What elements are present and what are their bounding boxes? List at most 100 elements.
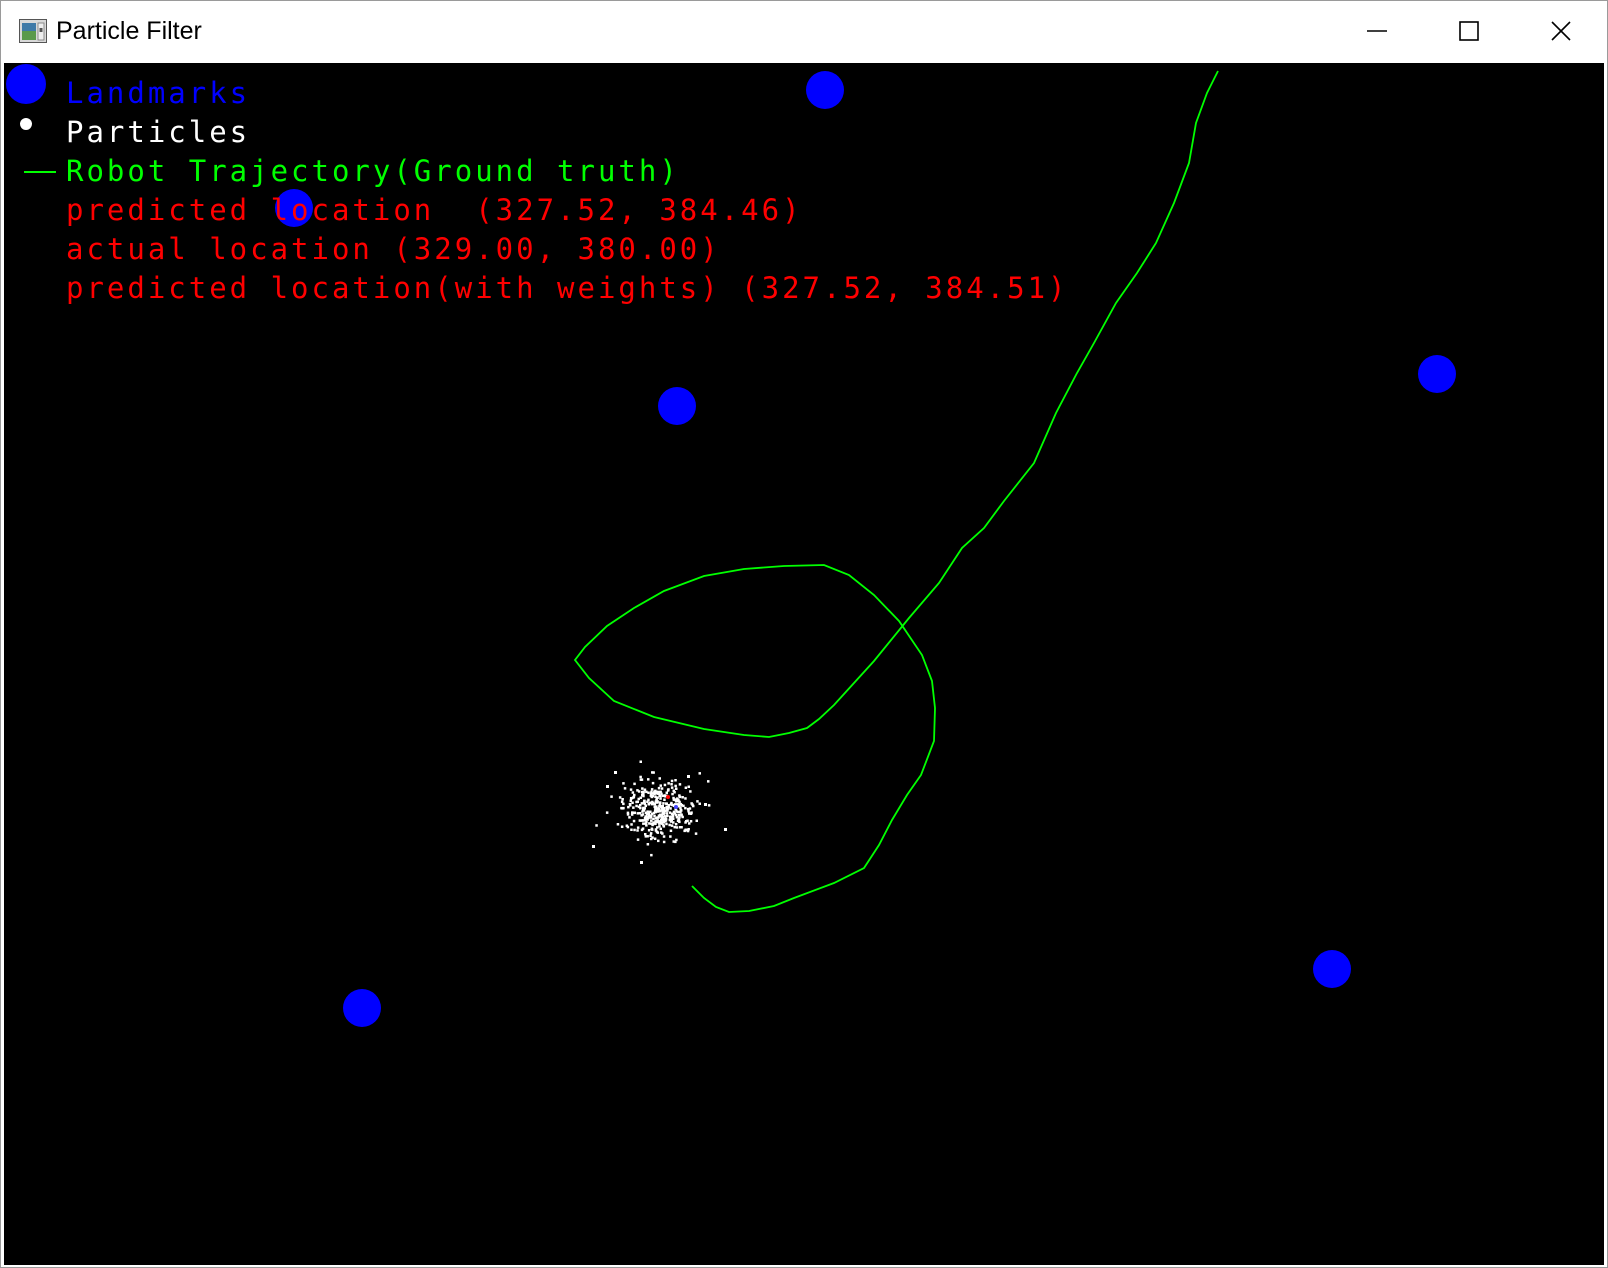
particle xyxy=(670,779,674,783)
particle xyxy=(691,803,694,806)
particle xyxy=(680,814,683,817)
particle xyxy=(650,837,653,841)
weighted-location-text: predicted location(with weights) (327.52… xyxy=(66,271,1069,305)
particle xyxy=(633,828,636,832)
particle xyxy=(647,829,651,832)
particle xyxy=(630,813,634,816)
landmark xyxy=(806,71,844,109)
landmark xyxy=(658,387,696,425)
particle xyxy=(663,809,667,812)
particle xyxy=(647,778,650,781)
particle xyxy=(658,777,661,780)
minimize-button[interactable] xyxy=(1331,1,1423,61)
particle xyxy=(636,838,640,841)
particle xyxy=(660,787,664,790)
particle xyxy=(674,822,678,826)
particle xyxy=(645,824,648,827)
particle xyxy=(674,784,677,788)
legend-landmarks-label: Landmarks xyxy=(66,76,250,110)
particle xyxy=(647,815,650,818)
particle xyxy=(636,829,639,832)
particle xyxy=(681,796,684,799)
particle xyxy=(640,861,643,864)
particle xyxy=(633,782,636,786)
legend-particles-label: Particles xyxy=(66,115,250,149)
landmark xyxy=(1313,950,1351,988)
particle xyxy=(646,835,649,838)
particle xyxy=(675,838,678,842)
actual-location-marker xyxy=(674,805,678,809)
particle xyxy=(670,786,674,789)
particle xyxy=(683,829,686,833)
particle xyxy=(686,819,689,822)
particle xyxy=(649,810,652,813)
particle xyxy=(646,818,649,821)
particle xyxy=(652,817,655,821)
particle xyxy=(654,807,657,811)
particle xyxy=(689,790,692,793)
particle xyxy=(657,786,661,790)
particle xyxy=(668,818,672,821)
maximize-button[interactable] xyxy=(1423,1,1515,61)
particle xyxy=(636,826,640,829)
particle xyxy=(657,814,661,817)
particle xyxy=(684,797,687,800)
particle xyxy=(650,792,653,795)
particle xyxy=(626,813,630,816)
particle xyxy=(650,788,654,791)
particle xyxy=(654,789,657,793)
particle xyxy=(669,803,673,806)
status-text: predicted location (327.52, 384.46) actu… xyxy=(66,193,1069,305)
particle xyxy=(670,824,674,827)
maximize-icon xyxy=(1459,21,1479,41)
particle xyxy=(651,781,655,785)
particle xyxy=(678,810,681,814)
particle xyxy=(664,819,667,823)
particle xyxy=(610,795,613,798)
particle xyxy=(639,819,643,822)
particle xyxy=(655,809,658,813)
particle xyxy=(673,825,676,829)
particle xyxy=(653,837,657,840)
particle xyxy=(631,791,635,794)
particle xyxy=(595,824,598,827)
particle xyxy=(656,796,659,799)
particle xyxy=(650,853,653,857)
title-bar[interactable]: Particle Filter xyxy=(1,1,1607,62)
particle xyxy=(707,804,711,807)
landmark xyxy=(343,989,381,1027)
particle xyxy=(637,790,641,793)
particle xyxy=(672,796,675,800)
particle xyxy=(677,813,681,817)
particle xyxy=(688,822,691,825)
particle xyxy=(636,812,640,815)
particle xyxy=(592,845,595,848)
particle xyxy=(623,787,627,790)
particle xyxy=(673,791,676,794)
particle xyxy=(658,801,662,804)
close-button[interactable] xyxy=(1515,1,1607,61)
particle xyxy=(678,795,682,799)
particle xyxy=(666,789,670,792)
legend: Landmarks Particles Robot Trajectory(Gro… xyxy=(6,64,677,188)
particle xyxy=(668,823,671,827)
particle xyxy=(632,806,635,809)
actual-location-text: actual location (329.00, 380.00) xyxy=(66,232,721,266)
particle xyxy=(675,787,678,790)
particle-filter-canvas[interactable]: Landmarks Particles Robot Trajectory(Gro… xyxy=(4,63,1604,1265)
particle xyxy=(618,796,622,799)
legend-landmark-marker xyxy=(6,64,46,104)
particle xyxy=(629,804,632,807)
particle xyxy=(643,816,647,820)
particle xyxy=(694,832,698,835)
particle xyxy=(642,822,645,825)
close-icon xyxy=(1551,21,1571,41)
app-window: Particle Filter Landmarks Particles Robo… xyxy=(0,0,1608,1268)
particle xyxy=(669,829,673,832)
particle xyxy=(622,782,625,785)
particle xyxy=(644,833,647,836)
particle xyxy=(646,800,649,803)
window-title: Particle Filter xyxy=(56,17,202,45)
particle xyxy=(640,778,644,781)
particle xyxy=(662,802,665,805)
